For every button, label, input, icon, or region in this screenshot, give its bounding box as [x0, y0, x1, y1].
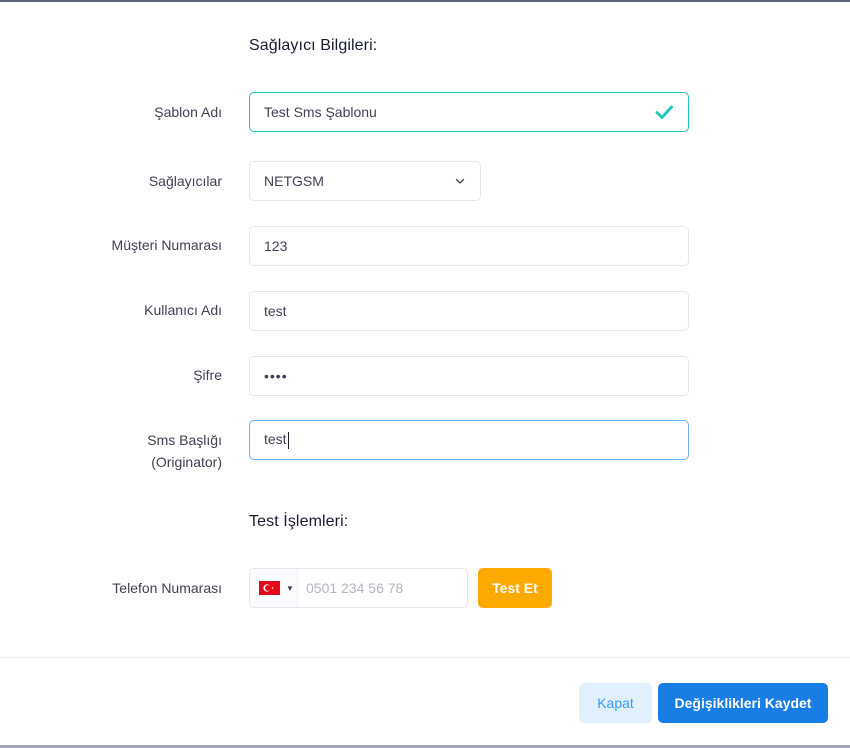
test-section-title: Test İşlemleri:: [249, 513, 349, 530]
template-name-value: Test Sms Şablonu: [264, 104, 377, 120]
sms-template-modal: Sağlayıcı Bilgileri: Şablon Adı Test Sms…: [0, 0, 850, 748]
template-name-input[interactable]: Test Sms Şablonu: [249, 92, 689, 132]
phone-label: Telefon Numarası: [112, 580, 222, 596]
username-label: Kullanıcı Adı: [144, 302, 222, 318]
username-input[interactable]: test: [249, 291, 689, 331]
sms-header-label-line1: Sms Başlığı: [147, 432, 222, 448]
template-name-label: Şablon Adı: [154, 104, 222, 120]
phone-placeholder: 0501 234 56 78: [306, 580, 404, 596]
provider-section-title: Sağlayıcı Bilgileri:: [249, 37, 378, 54]
customer-number-value: 123: [264, 238, 288, 254]
customer-number-input[interactable]: 123: [249, 226, 689, 266]
caret-down-icon: ▼: [286, 583, 294, 593]
phone-input[interactable]: 0501 234 56 78: [298, 580, 467, 596]
sms-header-label: Sms Başlığı (Originator): [0, 429, 222, 473]
check-icon: [654, 102, 674, 122]
password-input[interactable]: ••••: [249, 356, 689, 396]
sms-header-value-wrap: test: [264, 431, 674, 449]
customer-number-label: Müşteri Numarası: [111, 237, 222, 253]
providers-selected-value: NETGSM: [264, 173, 324, 189]
phone-input-group: ▼ 0501 234 56 78: [249, 568, 468, 608]
close-button[interactable]: Kapat: [579, 683, 652, 723]
footer-divider: [0, 657, 850, 658]
username-value: test: [264, 303, 287, 319]
save-changes-button[interactable]: Değişiklikleri Kaydet: [658, 683, 828, 723]
text-caret: [287, 431, 289, 449]
password-label: Şifre: [193, 367, 222, 383]
chevron-down-icon: [454, 175, 466, 187]
country-selector[interactable]: ▼: [250, 569, 298, 607]
providers-label: Sağlayıcılar: [148, 173, 222, 189]
sms-header-label-line2: (Originator): [151, 454, 222, 470]
test-button[interactable]: Test Et: [478, 568, 552, 608]
password-value: ••••: [264, 368, 288, 384]
providers-select[interactable]: NETGSM: [249, 161, 481, 201]
turkey-flag-icon: [259, 581, 280, 595]
sms-header-input[interactable]: test: [249, 420, 689, 460]
sms-header-value: test: [264, 431, 287, 448]
